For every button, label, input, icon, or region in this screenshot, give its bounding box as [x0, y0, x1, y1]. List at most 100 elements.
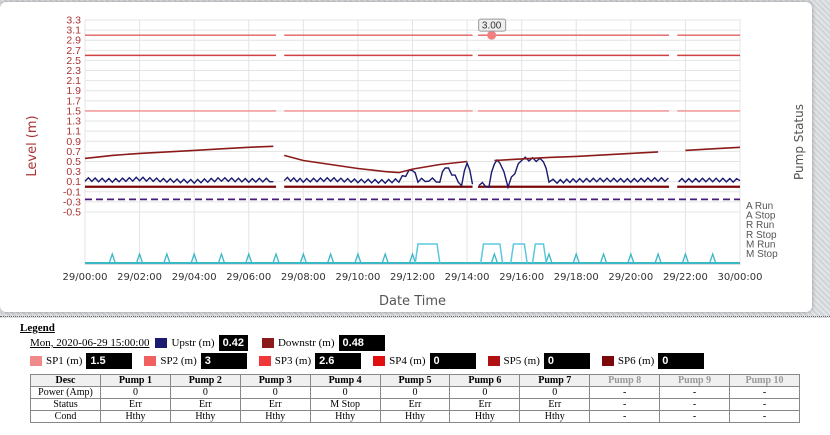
- level-chart[interactable]: 3.33.12.92.72.52.32.11.91.71.51.31.10.90…: [0, 2, 812, 312]
- y-tick-label: -0.5: [63, 207, 81, 219]
- pump-cell: -: [729, 410, 800, 423]
- pump-run-spike: [709, 251, 717, 264]
- pump-cell: Hthy: [169, 410, 241, 423]
- pump-run-burst: [531, 243, 547, 264]
- pump-cell: M Stop: [309, 398, 381, 411]
- pump-header-cell: Pump 9: [659, 374, 731, 387]
- x-tick-label: 29/20:00: [608, 272, 653, 283]
- sp-swatch: [30, 356, 42, 366]
- pump-cell: Hthy: [379, 410, 451, 423]
- x-tick-label: 29/04:00: [172, 272, 217, 283]
- pump-run-spike: [381, 251, 389, 264]
- sp-label: SP5 (m): [503, 355, 540, 367]
- pump-cell: -: [659, 386, 731, 399]
- pump-cell: 0: [449, 386, 521, 399]
- table-row: Power (Amp) 0 0 0 0 0 0 0- - -: [30, 386, 800, 399]
- y2-tick-label: M Stop: [746, 249, 778, 260]
- pump-cell: Err: [519, 398, 591, 411]
- sp-value: 2.6: [315, 353, 362, 369]
- pump-cell: 0: [100, 386, 171, 399]
- pump-cell: 0: [239, 386, 311, 399]
- x-tick-label: 29/08:00: [281, 272, 326, 283]
- pump-header-cell: Pump 2: [169, 374, 241, 387]
- x-axis-title: Date Time: [379, 294, 446, 309]
- pump-header-cell: Pump 7: [519, 374, 591, 387]
- pump-cell: Err: [449, 398, 521, 411]
- x-tick-label: 29/00:00: [63, 272, 108, 283]
- pump-header-cell: Pump 10: [729, 374, 800, 387]
- pump-cell: Err: [100, 398, 171, 411]
- legend-sp6: SP6 (m) 0: [601, 353, 716, 369]
- hover-marker: [487, 30, 497, 40]
- sp-label: SP2 (m): [160, 355, 197, 367]
- downstr-label: Downstr (m): [277, 337, 335, 349]
- legend-title: Legend: [20, 322, 55, 334]
- x-tick-label: 29/10:00: [335, 272, 380, 283]
- sp-label: SP4 (m): [389, 355, 426, 367]
- pump-cell: Hthy: [519, 410, 591, 423]
- pump-header-cell: Pump 5: [379, 374, 451, 387]
- divider: [0, 316, 830, 317]
- pump-run-spike: [163, 251, 171, 264]
- pump-header-cell: Pump 8: [589, 374, 661, 387]
- pump-run-spike: [599, 251, 608, 264]
- legend-panel: Legend Mon, 2020-06-29 15:00:00 Upstr (m…: [0, 318, 830, 435]
- pump-cell: -: [589, 398, 661, 411]
- x-tick-label: 29/14:00: [445, 272, 490, 283]
- pump-cell: 0: [519, 386, 591, 399]
- sp-value: 1.5: [86, 353, 133, 369]
- pump-cell: 0: [169, 386, 241, 399]
- pump-cell: -: [729, 398, 800, 411]
- upstr-swatch: [155, 338, 168, 348]
- pump-header-cell: Pump 6: [449, 374, 521, 387]
- legend-sp2: SP2 (m) 3: [144, 353, 258, 369]
- chart-panel: 3.3 3.1 2.9 2.7 2.5 2.3 2.1 1.9 1.7 1.5 1.3 1.1 0.9 0…: [0, 2, 812, 312]
- pump-run-burst: [510, 243, 528, 264]
- sp-value: 3: [200, 353, 247, 369]
- sp-value: 0: [543, 353, 590, 369]
- sp-swatch: [258, 356, 271, 366]
- y2-axis-title: Pump Status: [792, 104, 806, 180]
- pump-header-cell: Pump 1: [100, 374, 171, 387]
- pump-cell: 0: [309, 386, 381, 399]
- legend-sp3: SP3 (m) 2.6: [258, 353, 373, 369]
- sp-value: 0: [658, 353, 705, 369]
- pump-header-cell: Pump 4: [309, 374, 381, 387]
- sp-swatch: [487, 356, 500, 366]
- pump-header-cell: Desc: [30, 374, 101, 387]
- pump-cell: 0: [379, 386, 451, 399]
- pump-cell: Hthy: [100, 410, 171, 423]
- pump-cell: -: [589, 386, 661, 399]
- pump-cell: Hthy: [449, 410, 521, 423]
- pump-table: Desc Pump 1 Pump 2 Pump 3 Pump 4 Pump 5 Pump 6…: [30, 374, 800, 423]
- pump-run-spike: [545, 251, 553, 264]
- pump-cell: Status: [30, 398, 101, 411]
- pump-cell: Cond: [30, 410, 101, 423]
- x-tick-label: 29/16:00: [499, 272, 544, 283]
- pump-cell: Hthy: [309, 410, 381, 423]
- upstr-label: Upstr (m): [171, 337, 215, 349]
- pump-cell: -: [589, 410, 661, 423]
- pump-run-spike: [490, 251, 498, 264]
- pump-cell: Power (Amp): [30, 386, 101, 399]
- legend-upstr: Upstr (m) 0.42: [155, 335, 262, 351]
- legend-row-levels: Mon, 2020-06-29 15:00:00 Upstr (m) 0.42 …: [30, 334, 389, 352]
- x-tick-label: 30/00:00: [718, 272, 763, 283]
- sp-label: SP1 (m): [46, 355, 83, 367]
- sp-swatch: [144, 356, 157, 366]
- pump-cell: Err: [239, 398, 311, 411]
- tooltip-value: 3.00: [482, 21, 502, 32]
- legend-sp1: SP1 (m) 1.5: [30, 353, 144, 369]
- pump-cell: -: [659, 398, 731, 411]
- pump-header-cell: Pump 3: [239, 374, 311, 387]
- x-tick-label: 29/12:00: [390, 272, 435, 283]
- upstr-value: 0.42: [218, 335, 248, 351]
- pump-cell: -: [659, 410, 731, 423]
- downstr-value: 0.48: [338, 335, 385, 351]
- sp-label: SP3 (m): [274, 355, 312, 367]
- pump-cell: -: [729, 386, 800, 399]
- sp-swatch: [601, 356, 614, 366]
- x-tick-label: 29/22:00: [663, 272, 708, 283]
- legend-downstr: Downstr (m) 0.48: [261, 335, 389, 351]
- pump-cell: Err: [169, 398, 241, 411]
